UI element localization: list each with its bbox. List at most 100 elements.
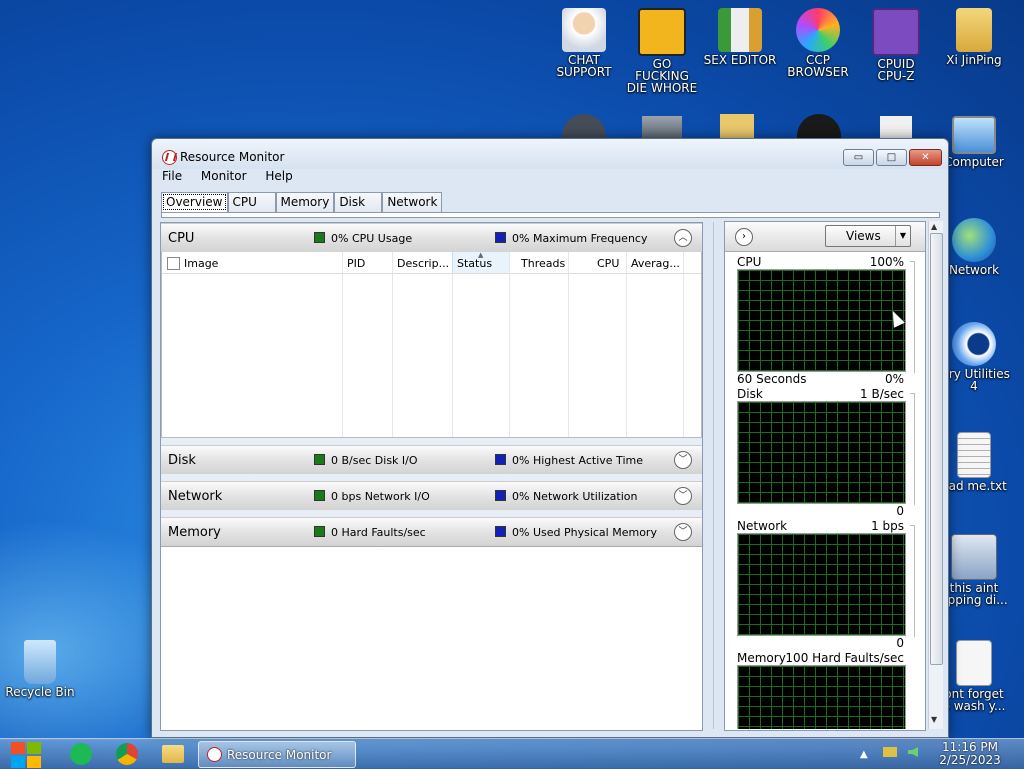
chevron-down-icon[interactable]: ﹀ bbox=[674, 487, 692, 505]
column-header-description[interactable]: Descrip... bbox=[397, 257, 449, 270]
tab-network[interactable]: Network bbox=[382, 192, 443, 212]
column-header-cpu[interactable]: CPU bbox=[597, 257, 619, 270]
green-legend-icon bbox=[314, 232, 325, 243]
column-header-image[interactable]: Image bbox=[184, 257, 218, 270]
desktop-icon-xi-jinping[interactable]: Xi JinPing bbox=[936, 8, 1012, 66]
speaker-icon[interactable] bbox=[908, 747, 919, 757]
start-button[interactable] bbox=[10, 740, 42, 768]
close-button[interactable]: ✕ bbox=[909, 149, 942, 166]
tab-overview[interactable]: Overview bbox=[161, 192, 228, 212]
graph-max-label: 1 bps bbox=[871, 519, 904, 533]
hidden-desktop-icon[interactable] bbox=[797, 114, 841, 138]
hidden-desktop-icon[interactable] bbox=[562, 114, 606, 138]
show-hidden-icons[interactable]: ▲ bbox=[860, 749, 868, 760]
graph-pane-header: › Views ▼ bbox=[725, 222, 925, 252]
hxd-editor-icon bbox=[718, 8, 762, 52]
title-bar[interactable]: Resource Monitor ▭ □ ✕ bbox=[152, 139, 948, 169]
minimize-button[interactable]: ▭ bbox=[843, 149, 874, 166]
action-center-icon[interactable] bbox=[882, 747, 897, 757]
desktop-icon-chat-support[interactable]: CHAT SUPPORT bbox=[546, 8, 622, 78]
chevron-right-icon[interactable]: › bbox=[735, 228, 753, 246]
column-status[interactable]: ▲ Status bbox=[452, 251, 510, 437]
cpu-usage-text: 0% CPU Usage bbox=[331, 232, 413, 245]
column-header-average[interactable]: Averag... bbox=[631, 257, 680, 270]
cpuz-icon bbox=[872, 8, 920, 56]
memory-graph-canvas bbox=[737, 665, 906, 729]
column-threads[interactable]: Threads bbox=[509, 252, 569, 437]
section-title: Memory bbox=[168, 525, 221, 540]
text-file-icon bbox=[957, 432, 991, 478]
column-header-threads[interactable]: Threads bbox=[521, 257, 565, 270]
graph-title: Disk bbox=[737, 387, 763, 401]
graph-min-label: 0 bbox=[896, 504, 904, 518]
desktop-icon-label: CCP BROWSER bbox=[787, 53, 849, 79]
tab-disk[interactable]: Disk bbox=[334, 192, 383, 212]
cpu-section-header[interactable]: CPU 0% CPU Usage 0% Maximum Frequency ︿ bbox=[161, 223, 702, 253]
section-title: Network bbox=[168, 489, 223, 504]
disk-graph-canvas bbox=[737, 401, 906, 504]
scroll-down-icon[interactable]: ▼ bbox=[931, 715, 937, 724]
pane-splitter[interactable] bbox=[710, 222, 718, 729]
graph-pane-scrollbar[interactable]: ▲ ▼ bbox=[928, 221, 943, 729]
taskbar-clock[interactable]: 11:16 PM 2/25/2023 bbox=[938, 741, 1002, 767]
desktop-icon-cpuz[interactable]: CPUID CPU-Z bbox=[858, 8, 934, 82]
hidden-desktop-icon[interactable] bbox=[720, 114, 754, 138]
desktop-icon-hex-editor[interactable]: SEX EDITOR bbox=[702, 8, 778, 66]
cpu-graph-canvas bbox=[737, 269, 906, 372]
recycle-bin-icon bbox=[24, 640, 56, 684]
hidden-desktop-icon[interactable] bbox=[880, 116, 912, 138]
column-header-status[interactable]: Status bbox=[457, 257, 492, 270]
graph-title: Network bbox=[737, 519, 788, 533]
taskbar-resource-monitor[interactable]: Resource Monitor bbox=[198, 741, 356, 768]
desktop-icon-browser[interactable]: CCP BROWSER bbox=[780, 8, 856, 78]
windows-logo-icon bbox=[27, 756, 41, 768]
scrollbar-thumb[interactable] bbox=[930, 233, 943, 665]
windows-logo-icon bbox=[11, 742, 25, 754]
graph-min-label: 0% bbox=[884, 372, 904, 386]
spotify-icon[interactable] bbox=[70, 743, 92, 765]
resource-monitor-icon bbox=[162, 150, 177, 165]
column-average[interactable]: Averag... bbox=[626, 252, 684, 437]
chrome-icon[interactable] bbox=[116, 743, 138, 765]
cpu-process-table[interactable]: Image PID Descrip... ▲ Status Threads CP… bbox=[161, 251, 702, 438]
column-pid[interactable]: PID bbox=[342, 252, 393, 437]
graph-min-label: 0 bbox=[896, 636, 904, 650]
section-title: CPU bbox=[168, 231, 195, 246]
menu-monitor[interactable]: Monitor bbox=[199, 169, 249, 183]
dropdown-arrow-icon: ▼ bbox=[895, 226, 910, 246]
hidden-desktop-icon[interactable] bbox=[642, 116, 682, 138]
window-title: Resource Monitor bbox=[180, 150, 285, 164]
task-label: Resource Monitor bbox=[227, 748, 332, 762]
memory-section-header[interactable]: Memory 0 Hard Faults/sec 0% Used Physica… bbox=[161, 517, 702, 547]
graph-max-label: 100% bbox=[869, 255, 904, 269]
column-description[interactable]: Descrip... bbox=[392, 252, 453, 437]
disk-section-header[interactable]: Disk 0 B/sec Disk I/O 0% Highest Active … bbox=[161, 445, 702, 475]
maximize-button[interactable]: □ bbox=[876, 149, 907, 166]
tab-cpu[interactable]: CPU bbox=[227, 192, 276, 212]
select-all-checkbox[interactable] bbox=[167, 257, 180, 270]
tab-memory[interactable]: Memory bbox=[275, 192, 335, 212]
menu-help[interactable]: Help bbox=[263, 169, 294, 183]
scroll-up-icon[interactable]: ▲ bbox=[931, 222, 937, 231]
physical-memory-metric: 0% Used Physical Memory bbox=[495, 526, 657, 539]
graph-title: CPU bbox=[737, 255, 762, 269]
column-image[interactable]: Image bbox=[162, 252, 343, 437]
chevron-down-icon[interactable]: ﹀ bbox=[674, 523, 692, 541]
network-graph-canvas bbox=[737, 533, 906, 636]
graph-scale-rail bbox=[910, 525, 915, 637]
menu-file[interactable]: File bbox=[160, 169, 184, 183]
chevron-up-icon[interactable]: ︿ bbox=[674, 229, 692, 247]
graph-pane[interactable]: › Views ▼ CPU 100% 60 Seconds 0% Disk 1 B/s… bbox=[724, 221, 926, 731]
column-header-pid[interactable]: PID bbox=[347, 257, 365, 270]
overview-left-pane[interactable]: CPU 0% CPU Usage 0% Maximum Frequency ︿ … bbox=[160, 222, 703, 731]
chevron-down-icon[interactable]: ﹀ bbox=[674, 451, 692, 469]
disk-active-text: 0% Highest Active Time bbox=[512, 454, 643, 467]
column-cpu[interactable]: CPU bbox=[568, 252, 627, 437]
resource-monitor-window[interactable]: Resource Monitor ▭ □ ✕ File Monitor Help… bbox=[151, 138, 949, 738]
minimize-icon: ▭ bbox=[853, 151, 864, 163]
folder-icon[interactable] bbox=[162, 745, 184, 763]
desktop-icon-die[interactable]: GO FUCKING DIE WHORE bbox=[624, 8, 700, 94]
desktop-icon-recycle-bin[interactable]: Recycle Bin bbox=[2, 640, 78, 698]
network-section-header[interactable]: Network 0 bps Network I/O 0% Network Uti… bbox=[161, 481, 702, 511]
views-dropdown[interactable]: Views ▼ bbox=[825, 225, 911, 247]
